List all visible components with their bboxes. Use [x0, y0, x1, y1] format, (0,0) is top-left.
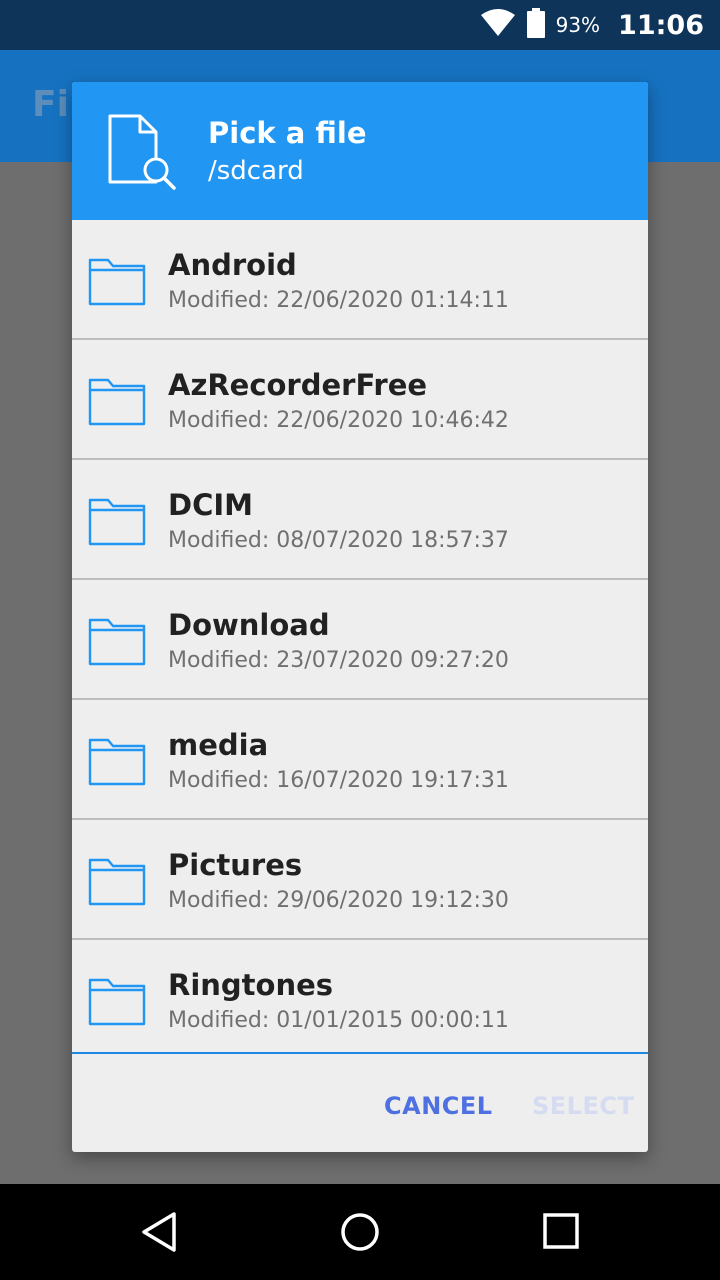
item-name: AzRecorderFree [168, 368, 428, 402]
home-icon[interactable] [338, 1210, 382, 1258]
item-modified: Modified: 01/01/2015 00:00:11 [168, 1008, 509, 1033]
item-name: Download [168, 608, 330, 642]
list-item[interactable]: Ringtones Modified: 01/01/2015 00:00:11 [72, 940, 648, 1052]
item-modified: Modified: 22/06/2020 01:14:11 [168, 288, 509, 313]
list-item[interactable]: Download Modified: 23/07/2020 09:27:20 [72, 580, 648, 700]
recents-icon[interactable] [540, 1210, 584, 1258]
cancel-button[interactable]: CANCEL [384, 1092, 493, 1120]
file-search-icon [106, 112, 182, 196]
battery-icon [526, 8, 546, 42]
battery-percentage: 93% [555, 13, 601, 37]
status-bar: 93% 11:06 [0, 0, 720, 50]
folder-icon [88, 496, 146, 550]
item-modified: Modified: 22/06/2020 10:46:42 [168, 408, 509, 433]
folder-icon [88, 376, 146, 430]
list-item[interactable]: DCIM Modified: 08/07/2020 18:57:37 [72, 460, 648, 580]
file-picker-dialog: Pick a file /sdcard Android Modified: 22… [72, 82, 648, 1152]
list-item[interactable]: media Modified: 16/07/2020 19:17:31 [72, 700, 648, 820]
folder-icon [88, 736, 146, 790]
item-name: Android [168, 248, 297, 282]
item-name: Pictures [168, 848, 303, 882]
item-name: media [168, 728, 269, 762]
folder-icon [88, 616, 146, 670]
wifi-icon [480, 9, 516, 41]
dialog-title: Pick a file [208, 116, 367, 150]
dialog-actions: CANCEL SELECT [72, 1054, 648, 1152]
file-list[interactable]: Android Modified: 22/06/2020 01:14:11 Az… [72, 220, 648, 1054]
item-modified: Modified: 23/07/2020 09:27:20 [168, 648, 509, 673]
status-clock: 11:06 [618, 9, 704, 41]
item-name: Ringtones [168, 968, 334, 1002]
item-modified: Modified: 08/07/2020 18:57:37 [168, 528, 509, 553]
select-button[interactable]: SELECT [532, 1092, 634, 1120]
item-modified: Modified: 16/07/2020 19:17:31 [168, 768, 509, 793]
folder-icon [88, 256, 146, 310]
dialog-header: Pick a file /sdcard [72, 82, 648, 220]
item-name: DCIM [168, 488, 254, 522]
folder-icon [88, 976, 146, 1030]
back-icon[interactable] [138, 1210, 182, 1258]
list-item[interactable]: Pictures Modified: 29/06/2020 19:12:30 [72, 820, 648, 940]
dialog-path: /sdcard [208, 156, 304, 186]
folder-icon [88, 856, 146, 910]
list-item[interactable]: Android Modified: 22/06/2020 01:14:11 [72, 220, 648, 340]
list-item[interactable]: AzRecorderFree Modified: 22/06/2020 10:4… [72, 340, 648, 460]
navigation-bar [0, 1184, 720, 1280]
item-modified: Modified: 29/06/2020 19:12:30 [168, 888, 509, 913]
